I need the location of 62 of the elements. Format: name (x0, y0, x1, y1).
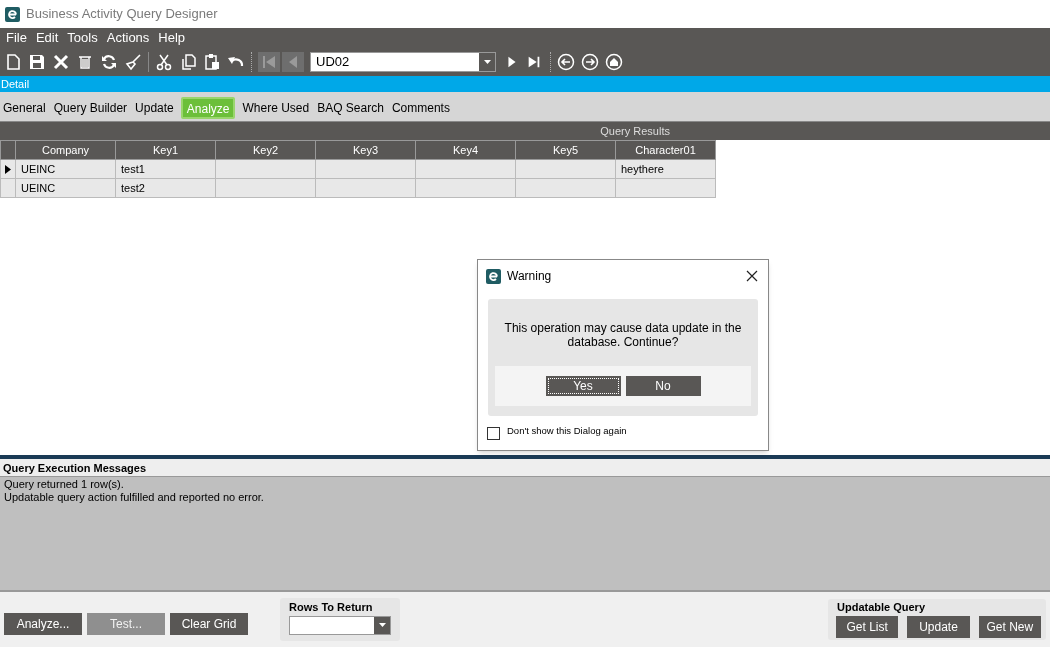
checkbox-label: Don't show this Dialog again (507, 424, 627, 439)
column-header[interactable]: Key1 (115, 140, 216, 160)
message-line: Updatable query action fulfilled and reported no error. (4, 491, 265, 504)
dialog-button[interactable]: Yes (545, 376, 621, 396)
column-header[interactable]: Company (15, 140, 116, 160)
paste-icon[interactable] (203, 53, 221, 71)
key-value: UD02 (315, 53, 351, 72)
tab[interactable]: Update (134, 97, 175, 119)
checkbox[interactable] (487, 427, 500, 440)
tab[interactable]: Query Builder (52, 97, 129, 119)
window-title: Business Activity Query Designer (26, 5, 218, 24)
caret-icon (378, 623, 386, 627)
tab[interactable]: General (2, 97, 47, 119)
refresh-icon[interactable] (100, 53, 118, 71)
key-combo-field[interactable]: UD02 (310, 52, 496, 72)
dialog-button[interactable]: No (625, 376, 701, 396)
dropdown-button[interactable] (374, 616, 390, 634)
scissors-icon[interactable] (155, 53, 173, 71)
grid-title: Query Results (600, 123, 670, 139)
home-icon[interactable] (605, 53, 623, 71)
close-icon[interactable] (746, 270, 758, 282)
menu-item[interactable]: Actions (106, 28, 150, 48)
dropdown-button[interactable] (479, 53, 495, 71)
action-button[interactable]: Clear Grid (170, 613, 248, 635)
updatable-query-title: Updatable Query (837, 600, 927, 615)
copy-icon[interactable] (179, 53, 197, 71)
rows-field[interactable] (289, 615, 391, 635)
query-button[interactable]: Get List (836, 615, 899, 638)
rows-label: Rows To Return (289, 600, 374, 615)
column-header[interactable]: Key5 (515, 140, 616, 160)
broom-icon[interactable] (124, 53, 142, 71)
trash-icon[interactable] (76, 53, 94, 71)
column-header[interactable]: Key3 (315, 140, 416, 160)
column-header[interactable]: Key2 (215, 140, 316, 160)
query-button[interactable]: Get New (978, 615, 1041, 638)
table-cell: test2 (121, 181, 145, 194)
menu-item[interactable]: Edit (35, 28, 59, 48)
menu-item[interactable]: Help (158, 28, 186, 48)
menu-item[interactable]: File (6, 28, 27, 48)
app-logo-icon (486, 268, 501, 284)
action-button[interactable]: Analyze... (4, 613, 82, 635)
app-logo-icon (5, 6, 20, 22)
tab[interactable]: Where Used (241, 97, 311, 119)
column-header[interactable]: Key4 (415, 140, 516, 160)
table-cell: heythere (621, 162, 664, 175)
table-cell: UEINC (21, 162, 56, 175)
query-button[interactable]: Update (907, 615, 970, 638)
column-header[interactable]: Character01 (615, 140, 716, 160)
message-line: Query returned 1 row(s). (4, 478, 125, 491)
save-icon[interactable] (28, 53, 46, 71)
messages-title: Query Execution Messages (0, 459, 1050, 477)
tab[interactable]: BAQ Search (316, 97, 385, 119)
current-row-icon (5, 164, 11, 174)
dialog-message: This operation may cause data update in the database. Continue? (503, 321, 743, 349)
table-cell: UEINC (21, 181, 56, 194)
caret-icon (483, 60, 491, 64)
new-file-icon[interactable] (4, 53, 22, 71)
section-header: Detail (0, 76, 1050, 92)
tab[interactable]: Comments (390, 97, 451, 119)
menu-item[interactable]: Tools (67, 28, 98, 48)
table-cell: test1 (121, 162, 145, 175)
dialog-title: Warning (507, 268, 553, 285)
